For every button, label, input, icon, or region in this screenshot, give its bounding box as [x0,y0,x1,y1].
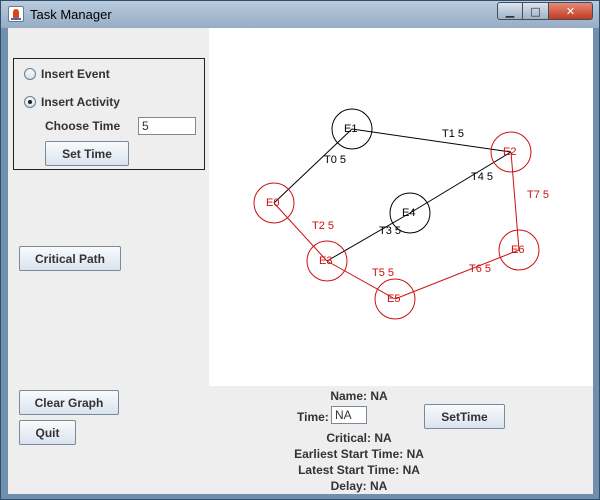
critical-label: Critical: [326,431,371,445]
detail-set-time-button[interactable]: SetTime [424,404,505,429]
graph-svg[interactable]: E0 E1 E2 E3 E4 E5 E6 T0 5 T1 5 T2 5 T3 5 T4 5 T5 5 T6… [209,28,593,386]
node-label-e4: E4 [402,207,415,219]
edge-label-t0: T0 5 [324,154,346,166]
node-label-e5: E5 [387,293,400,305]
earliest-start-value: NA [406,447,424,461]
insert-event-radio[interactable]: Insert Event [24,67,110,81]
critical-info: Critical: NA [209,431,509,445]
maximize-button[interactable]: □ [523,2,549,20]
critical-value: NA [374,431,392,445]
insert-event-radio-circle[interactable] [24,68,36,80]
task-manager-window: Task Manager ▁ □ ✕ Insert Event Insert A… [0,0,600,500]
time-label: Time: [297,410,329,424]
insert-activity-radio-circle[interactable] [24,96,36,108]
delay-value: NA [370,479,388,493]
edge-label-t2: T2 5 [312,220,334,232]
earliest-start-info: Earliest Start Time: NA [209,447,509,461]
earliest-start-label: Earliest Start Time: [294,447,404,461]
title-bar[interactable]: Task Manager ▁ □ ✕ [1,1,599,28]
name-info: Name: NA [209,389,509,403]
graph-canvas[interactable]: E0 E1 E2 E3 E4 E5 E6 T0 5 T1 5 T2 5 T3 5 T4 5 T5 5 T6… [209,28,593,386]
choose-time-label: Choose Time [45,119,121,133]
edge-label-t3: T3 5 [379,225,401,237]
insert-mode-group: Insert Event Insert Activity Choose Time… [13,58,205,170]
delay-info: Delay: NA [209,479,509,493]
edge-label-t1: T1 5 [442,128,464,140]
edge-t0[interactable] [273,128,353,204]
close-button[interactable]: ✕ [549,2,593,20]
client-area: Insert Event Insert Activity Choose Time… [8,28,593,494]
insert-event-label: Insert Event [41,67,110,81]
edge-t2[interactable] [273,202,328,262]
insert-activity-label: Insert Activity [41,95,120,109]
java-app-icon [8,6,24,22]
node-label-e0: E0 [266,197,279,209]
edge-label-t7: T7 5 [527,189,549,201]
window-title: Task Manager [30,7,112,22]
edge-t4[interactable] [409,151,512,214]
edge-label-t6: T6 5 [469,263,491,275]
name-value: NA [370,389,388,403]
edge-t7[interactable] [510,151,520,251]
insert-activity-radio[interactable]: Insert Activity [24,95,120,109]
node-label-e3: E3 [319,255,332,267]
latest-start-value: NA [402,463,420,477]
window-controls: ▁ □ ✕ [497,2,593,20]
edge-label-t4: T4 5 [471,171,493,183]
set-time-button[interactable]: Set Time [45,141,129,166]
latest-start-label: Latest Start Time: [298,463,400,477]
edge-t1[interactable] [351,128,512,153]
choose-time-field[interactable]: 5 [138,117,196,135]
latest-start-info: Latest Start Time: NA [209,463,509,477]
delay-label: Delay: [330,479,367,493]
time-field[interactable]: NA [331,406,367,424]
edge-label-t5: T5 5 [372,267,394,279]
node-label-e2: E2 [503,146,516,158]
quit-button[interactable]: Quit [19,420,76,445]
minimize-button[interactable]: ▁ [497,2,523,20]
critical-path-button[interactable]: Critical Path [19,246,121,271]
edge-t3[interactable] [326,212,411,262]
name-label: Name: [330,389,367,403]
node-label-e6: E6 [511,244,524,256]
node-label-e1: E1 [344,123,357,135]
clear-graph-button[interactable]: Clear Graph [19,390,119,415]
